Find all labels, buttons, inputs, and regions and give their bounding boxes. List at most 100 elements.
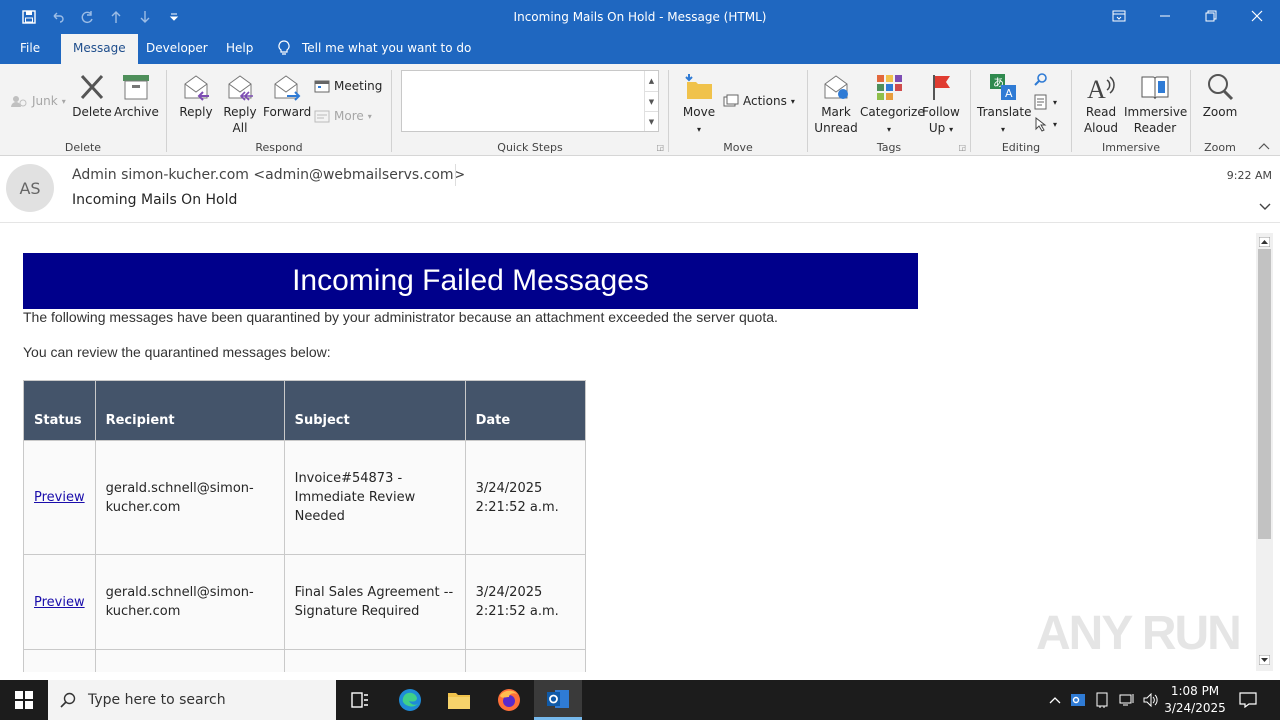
taskbar-search[interactable]: Type here to search xyxy=(48,680,336,720)
categorize-button[interactable]: Categorize ▾ xyxy=(860,72,925,138)
menu-file[interactable]: File xyxy=(20,41,40,55)
menu-message[interactable]: Message xyxy=(61,34,138,64)
outlook-tray-icon[interactable] xyxy=(1068,680,1088,720)
recipient-cell xyxy=(94,649,285,672)
tags-group: Mark Unread Categorize ▾ Follow Up ▾ Tag… xyxy=(808,64,970,156)
read-aloud-button[interactable]: A Read Aloud xyxy=(1078,72,1124,136)
editing-group: あA Translate ▾ ▾ ▾ Editing xyxy=(971,64,1071,156)
menu-bar: File Message Developer Help Tell me what… xyxy=(0,34,1280,64)
column-header-status: Status xyxy=(23,380,96,441)
quick-steps-group-label: Quick Steps xyxy=(497,141,563,154)
recipient-line-1: gerald.schnell@simon- xyxy=(105,480,254,496)
column-header-date: Date xyxy=(464,380,586,441)
find-button[interactable] xyxy=(1033,72,1049,88)
notifications-button[interactable] xyxy=(1236,680,1260,720)
task-view-button[interactable] xyxy=(336,680,384,720)
minimize-icon[interactable] xyxy=(1142,0,1188,32)
forward-button[interactable]: Forward xyxy=(263,72,312,120)
immersive-reader-label-1: Immersive xyxy=(1124,105,1188,119)
zoom-label: Zoom xyxy=(1202,105,1238,119)
menu-developer[interactable]: Developer xyxy=(146,41,208,55)
folder-icon xyxy=(448,693,470,709)
ribbon-display-options-icon[interactable] xyxy=(1096,0,1142,32)
window-controls xyxy=(1096,0,1280,32)
vertical-scrollbar[interactable] xyxy=(1256,233,1273,671)
immersive-reader-icon xyxy=(1141,76,1169,100)
tags-group-label: Tags xyxy=(876,141,902,154)
task-view-icon xyxy=(351,692,368,708)
subject-line-3: Needed xyxy=(294,509,345,524)
edge-taskbar-button[interactable] xyxy=(386,680,434,720)
preview-link[interactable]: Preview xyxy=(34,595,85,610)
follow-up-button[interactable]: Follow Up ▾ xyxy=(920,72,962,138)
outlook-taskbar-button[interactable] xyxy=(534,680,582,720)
outlook-icon xyxy=(547,689,569,708)
table-header-row: Status Recipient Subject Date xyxy=(23,380,586,441)
zoom-magnifier-icon xyxy=(1208,74,1234,101)
subject-cell xyxy=(283,649,466,672)
move-folder-icon xyxy=(685,74,712,99)
delete-button[interactable]: Delete xyxy=(72,72,112,120)
menu-help[interactable]: Help xyxy=(226,41,253,55)
more-respond-icon xyxy=(314,110,330,123)
scroll-down-icon[interactable] xyxy=(1258,654,1271,668)
read-aloud-label-1: Read xyxy=(1085,105,1117,119)
network-icon[interactable] xyxy=(1116,680,1138,720)
mark-unread-label-2: Unread xyxy=(814,121,858,135)
firefox-button[interactable] xyxy=(485,680,533,720)
subject-line-2: Immediate Review xyxy=(294,490,416,505)
windows-logo-icon xyxy=(15,691,33,709)
archive-button[interactable]: Archive xyxy=(114,72,159,120)
more-respond-button[interactable]: More ▾ xyxy=(314,109,372,123)
follow-up-label-1: Follow xyxy=(922,105,960,119)
preview-link[interactable]: Preview xyxy=(34,490,85,505)
sender[interactable]: Admin simon-kucher.com <admin@webmailser… xyxy=(72,167,465,183)
subject-cell: Final Sales Agreement -- Signature Requir… xyxy=(283,554,466,650)
volume-icon[interactable] xyxy=(1140,680,1162,720)
forward-label: Forward xyxy=(263,105,312,119)
categorize-icon xyxy=(877,75,902,100)
flag-icon xyxy=(933,75,950,100)
status-cell: Preview xyxy=(23,440,96,555)
actions-button[interactable]: Actions ▾ xyxy=(723,94,795,108)
move-button[interactable]: Move ▾ xyxy=(679,72,719,138)
restore-icon[interactable] xyxy=(1188,0,1234,32)
select-button[interactable]: ▾ xyxy=(1033,116,1057,132)
immersive-reader-label-2: Reader xyxy=(1133,121,1177,135)
junk-button[interactable]: Junk ▾ xyxy=(10,94,66,108)
start-button[interactable] xyxy=(0,680,48,720)
related-button[interactable]: ▾ xyxy=(1033,94,1057,110)
table-row: Preview gerald.schnell@simon-kucher.com … xyxy=(23,554,586,650)
mark-unread-button[interactable]: Mark Unread xyxy=(814,72,858,136)
recipient-line-2: kucher.com xyxy=(105,499,181,515)
dialog-launcher-icon[interactable]: ◲ xyxy=(656,143,664,152)
meeting-icon xyxy=(314,80,330,93)
date-line-2: 2:21:52 a.m. xyxy=(475,499,559,515)
reply-all-button[interactable]: Reply All xyxy=(219,72,261,136)
delete-x-icon xyxy=(80,74,104,100)
reply-button[interactable]: Reply xyxy=(175,72,217,120)
scroll-up-icon[interactable] xyxy=(1258,236,1271,250)
meeting-button[interactable]: Meeting xyxy=(314,79,382,93)
dialog-launcher-icon[interactable]: ◲ xyxy=(958,143,966,152)
immersive-reader-button[interactable]: Immersive Reader xyxy=(1124,72,1188,136)
categorize-label: Categorize xyxy=(860,105,925,119)
tell-me-search[interactable]: Tell me what you want to do xyxy=(278,40,471,56)
translate-button[interactable]: あA Translate ▾ xyxy=(977,72,1032,138)
show-hidden-icons[interactable] xyxy=(1046,680,1064,720)
collapse-ribbon-icon[interactable] xyxy=(1258,142,1270,153)
taskbar-clock[interactable]: 1:08 PM 3/24/2025 xyxy=(1160,683,1230,717)
expand-header-icon[interactable] xyxy=(1259,200,1271,214)
scroll-thumb[interactable] xyxy=(1258,249,1271,539)
message-subject: Incoming Mails On Hold xyxy=(72,192,238,208)
close-icon[interactable] xyxy=(1234,0,1280,32)
recipient-cell: gerald.schnell@simon-kucher.com xyxy=(94,440,285,555)
table-row xyxy=(23,649,586,672)
taskbar: Type here to search 1:08 PM 3/24/2025 xyxy=(0,680,1280,720)
file-explorer-button[interactable] xyxy=(435,680,483,720)
delete-label: Delete xyxy=(72,105,112,119)
subject-line-1: Final Sales Agreement -- xyxy=(294,585,454,600)
device-tray-icon[interactable] xyxy=(1092,680,1112,720)
recipient-line-1: gerald.schnell@simon- xyxy=(105,585,254,600)
zoom-button[interactable]: Zoom xyxy=(1199,72,1241,120)
